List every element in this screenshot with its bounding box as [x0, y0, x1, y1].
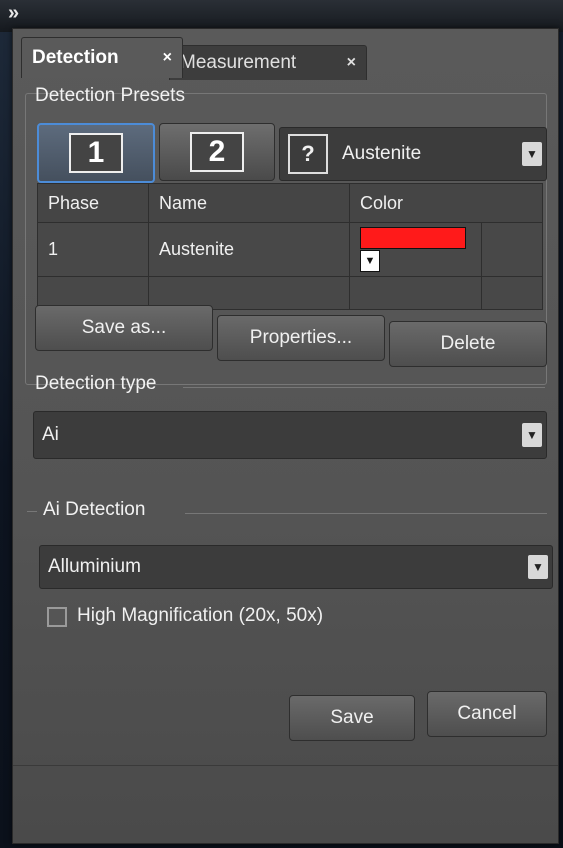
chevron-down-icon[interactable]: ▼	[522, 142, 542, 166]
tab-detection-close-icon[interactable]: ×	[163, 49, 172, 67]
ai-detection-title: Ai Detection	[43, 499, 146, 520]
color-dropdown-icon[interactable]: ▼	[360, 249, 380, 272]
detection-presets-title: Detection Presets	[35, 85, 185, 106]
preset-1-button[interactable]: 1	[37, 123, 155, 183]
high-magnification-checkbox[interactable]	[47, 607, 67, 627]
footer-divider	[13, 765, 558, 766]
detection-type-value: Ai	[42, 424, 59, 445]
preset-2-button[interactable]: 2	[159, 123, 275, 181]
detection-type-title: Detection type	[35, 373, 157, 394]
color-swatch[interactable]	[360, 227, 466, 250]
tab-detection-label: Detection	[32, 47, 119, 68]
properties-button[interactable]: Properties...	[217, 315, 385, 361]
preset-select[interactable]: ? Austenite ▼	[279, 127, 547, 181]
cell-phase: 1	[37, 222, 149, 277]
phase-table: Phase Name Color 1 Austenite ▼	[37, 183, 543, 310]
chevron-down-icon[interactable]: ▼	[528, 555, 548, 579]
preset-1-icon: 1	[69, 133, 123, 173]
ai-detection-divider-right	[185, 513, 547, 514]
preset-2-icon: 2	[190, 132, 244, 172]
ai-detection-select[interactable]: Alluminium ▼	[39, 545, 553, 589]
cell-color	[349, 275, 482, 310]
table-row[interactable]: 1 Austenite ▼	[37, 222, 543, 277]
ai-detection-value: Alluminium	[48, 556, 141, 577]
delete-button[interactable]: Delete	[389, 321, 547, 367]
high-magnification-label[interactable]: High Magnification (20x, 50x)	[77, 605, 323, 627]
tab-measurement[interactable]: Measurement ×	[169, 45, 367, 80]
cell-name: Austenite	[148, 222, 350, 277]
cell-empty	[481, 275, 543, 310]
detection-type-divider	[183, 387, 545, 388]
cell-color[interactable]: ▼	[349, 222, 482, 277]
save-as-button[interactable]: Save as...	[35, 305, 213, 351]
preset-select-value: Austenite	[342, 143, 422, 164]
double-chevron-right-icon[interactable]: »	[8, 2, 19, 25]
ai-detection-divider-left	[27, 511, 37, 512]
save-button[interactable]: Save	[289, 695, 415, 741]
tab-measurement-close-icon[interactable]: ×	[347, 54, 356, 72]
question-icon: ?	[288, 134, 328, 174]
detection-type-select[interactable]: Ai ▼	[33, 411, 547, 459]
cell-empty	[481, 222, 543, 277]
tab-detection[interactable]: Detection ×	[21, 37, 183, 78]
column-header-color[interactable]: Color	[349, 183, 543, 223]
cancel-button[interactable]: Cancel	[427, 691, 547, 737]
tab-measurement-label: Measurement	[180, 52, 297, 73]
column-header-name[interactable]: Name	[148, 183, 350, 223]
detection-panel: Detection × Measurement × Detection Pres…	[12, 28, 559, 844]
chevron-down-icon[interactable]: ▼	[522, 423, 542, 447]
column-header-phase[interactable]: Phase	[37, 183, 149, 223]
